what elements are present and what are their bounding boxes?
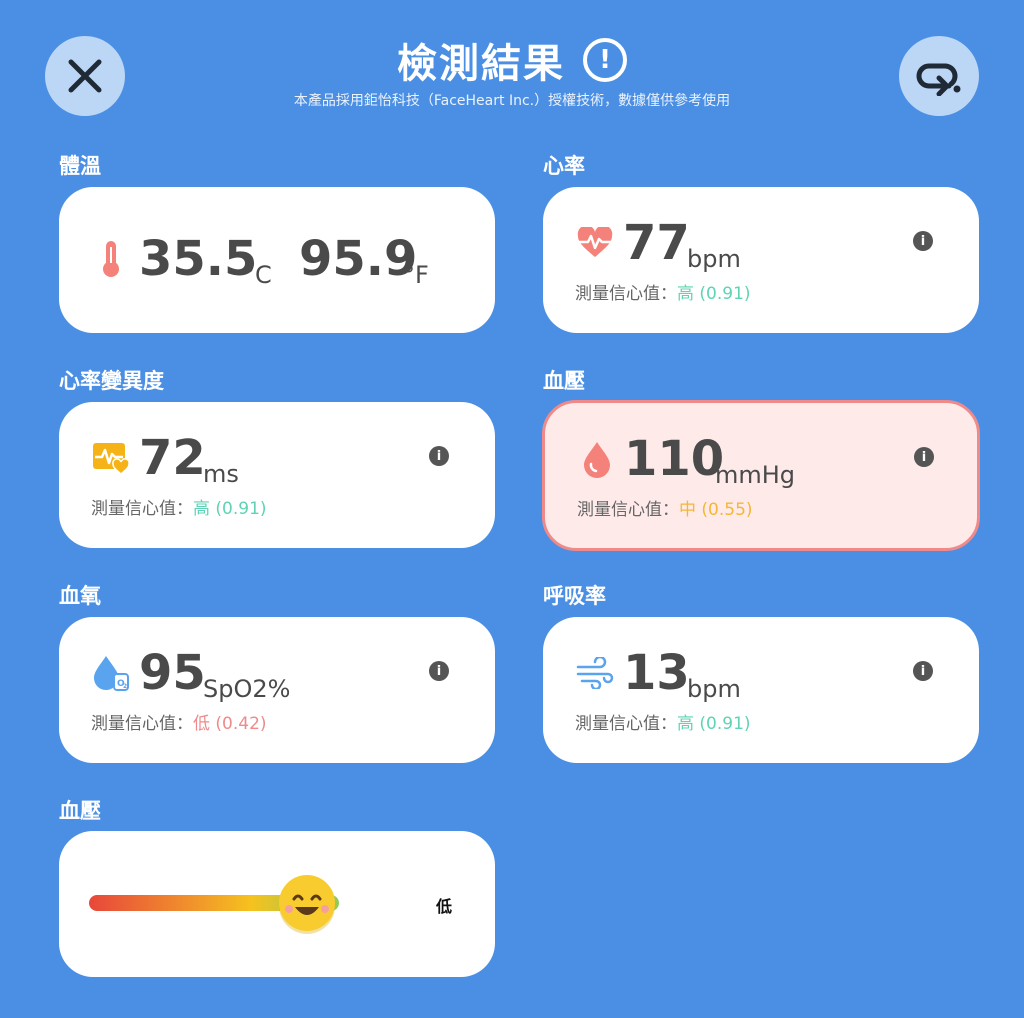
celsius-unit: °C: [243, 261, 272, 289]
svg-text:2: 2: [123, 683, 127, 690]
blood-pressure-confidence: 測量信心值：中 (0.55): [577, 500, 753, 520]
smiling-face-icon: [276, 873, 338, 935]
respiration-value: 13: [623, 645, 690, 701]
heartbeat-monitor-icon: [91, 438, 131, 478]
blood-pressure-unit: mmHg: [715, 461, 796, 489]
blood-drop-icon: [577, 439, 617, 479]
info-icon[interactable]: i: [429, 661, 449, 681]
heart-rate-confidence: 測量信心值：高 (0.91): [575, 284, 751, 304]
spo2-value: 95: [139, 645, 206, 701]
temperature-label: 體溫: [59, 154, 101, 178]
heart-pulse-icon: [575, 223, 615, 263]
page-subtitle: 本產品採用鉅怡科技（FaceHeart Inc.）授權技術，數據僅供參考使用: [293, 93, 731, 109]
thermometer-icon: [91, 239, 131, 279]
info-icon[interactable]: i: [914, 447, 934, 467]
wind-icon: [575, 653, 615, 693]
blood-pressure-card[interactable]: 110 mmHg 測量信心值：中 (0.55) i: [542, 400, 980, 551]
info-icon[interactable]: i: [913, 661, 933, 681]
bp-level-card: 低: [59, 831, 495, 977]
heart-rate-card[interactable]: 77 bpm 測量信心值：高 (0.91) i: [543, 187, 979, 333]
hrv-card[interactable]: 72 ms 測量信心值：高 (0.91) i: [59, 402, 495, 548]
respiration-unit: bpm: [687, 675, 741, 703]
spo2-confidence: 測量信心值：低 (0.42): [91, 714, 267, 734]
exclamation-circle-icon[interactable]: !: [583, 38, 627, 82]
spo2-card[interactable]: O 2 95 SpO2% 測量信心值：低 (0.42) i: [59, 617, 495, 763]
respiration-label: 呼吸率: [543, 584, 606, 608]
fahrenheit-value: 95.9: [299, 231, 418, 287]
info-icon[interactable]: i: [429, 446, 449, 466]
heart-rate-unit: bpm: [687, 245, 741, 273]
hrv-value: 72: [139, 430, 206, 486]
info-icon[interactable]: i: [913, 231, 933, 251]
hrv-label: 心率變異度: [59, 369, 164, 393]
bp-level-label: 血壓: [59, 799, 101, 823]
respiration-card[interactable]: 13 bpm 測量信心值：高 (0.91) i: [543, 617, 979, 763]
respiration-confidence: 測量信心值：高 (0.91): [575, 714, 751, 734]
spo2-label: 血氧: [59, 584, 101, 608]
hrv-unit: ms: [203, 460, 239, 488]
heart-rate-value: 77: [623, 215, 690, 271]
temperature-card: 35.5 °C 95.9 °F: [59, 187, 495, 333]
heart-rate-label: 心率: [543, 154, 585, 178]
bp-level-text: 低: [436, 897, 453, 916]
spo2-unit: SpO2%: [203, 675, 291, 703]
blood-pressure-value: 110: [624, 431, 725, 487]
title-row: 檢測結果 !: [0, 30, 1024, 90]
page-title: 檢測結果: [397, 41, 565, 87]
header: 檢測結果 ! 本產品採用鉅怡科技（FaceHeart Inc.）授權技術，數據僅…: [0, 30, 1024, 110]
fahrenheit-unit: °F: [403, 261, 429, 289]
celsius-value: 35.5: [139, 231, 258, 287]
hrv-confidence: 測量信心值：高 (0.91): [91, 499, 267, 519]
oxygen-drop-icon: O 2: [91, 653, 131, 693]
blood-pressure-label: 血壓: [543, 369, 585, 393]
